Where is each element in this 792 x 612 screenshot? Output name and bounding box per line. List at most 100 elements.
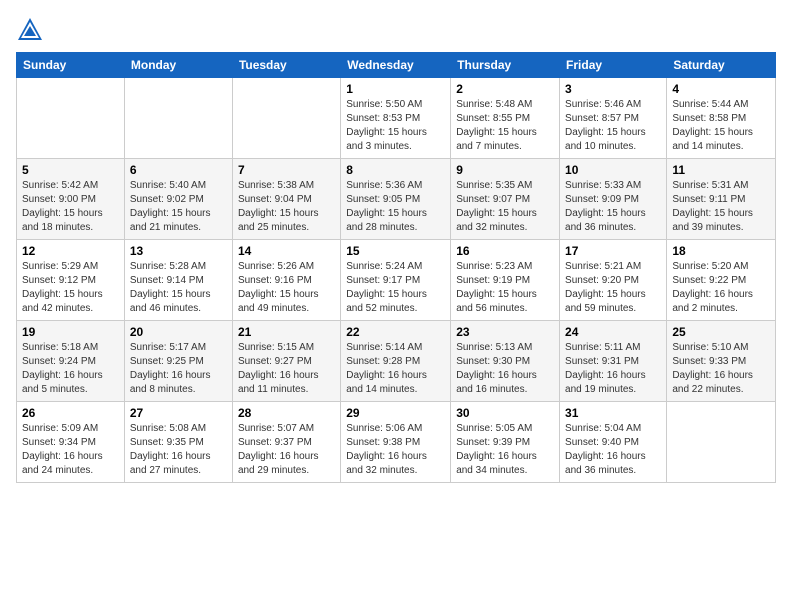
day-info: Sunrise: 5:09 AM Sunset: 9:34 PM Dayligh… [22,422,119,478]
day-info: Sunrise: 5:08 AM Sunset: 9:35 PM Dayligh… [130,422,227,478]
day-number: 12 [22,244,119,258]
day-info: Sunrise: 5:20 AM Sunset: 9:22 PM Dayligh… [672,260,770,316]
header-cell-monday: Monday [124,53,232,78]
day-cell: 1Sunrise: 5:50 AM Sunset: 8:53 PM Daylig… [341,78,451,159]
day-cell: 25 Sunrise: 5:10 AM Sunset: 9:33 PM Dayli… [667,321,776,402]
week-row-3: 19 Sunrise: 5:18 AM Sunset: 9:24 PM Dayli… [17,321,776,402]
day-info: Sunrise: 5:42 AM Sunset: 9:00 PM Dayligh… [22,179,119,235]
day-info: Sunrise: 5:40 AM Sunset: 9:02 PM Dayligh… [130,179,227,235]
week-row-4: 26 Sunrise: 5:09 AM Sunset: 9:34 PM Dayli… [17,402,776,483]
day-info: Sunrise: 5:36 AM Sunset: 9:05 PM Dayligh… [346,179,445,235]
day-info: Sunrise: 5:04 AM Sunset: 9:40 PM Dayligh… [565,422,661,478]
day-cell: 14Sunrise: 5:26 AM Sunset: 9:16 PM Dayli… [232,240,340,321]
day-info: Sunrise: 5:11 AM Sunset: 9:31 PM Dayligh… [565,341,661,397]
day-info: Sunrise: 5:48 AM Sunset: 8:55 PM Dayligh… [456,98,554,154]
header-cell-tuesday: Tuesday [232,53,340,78]
day-info: Sunrise: 5:24 AM Sunset: 9:17 PM Dayligh… [346,260,445,316]
day-info: Sunrise: 5:44 AM Sunset: 8:58 PM Dayligh… [672,98,770,154]
day-info: Sunrise: 5:14 AM Sunset: 9:28 PM Dayligh… [346,341,445,397]
header-cell-sunday: Sunday [17,53,125,78]
week-row-0: 1Sunrise: 5:50 AM Sunset: 8:53 PM Daylig… [17,78,776,159]
day-cell [232,78,340,159]
day-cell: 15Sunrise: 5:24 AM Sunset: 9:17 PM Dayli… [341,240,451,321]
day-cell: 20 Sunrise: 5:17 AM Sunset: 9:25 PM Dayli… [124,321,232,402]
day-info: Sunrise: 5:33 AM Sunset: 9:09 PM Dayligh… [565,179,661,235]
day-number: 1 [346,82,445,96]
day-number: 23 [456,325,554,339]
day-info: Sunrise: 5:10 AM Sunset: 9:33 PM Dayligh… [672,341,770,397]
day-cell: 6 Sunrise: 5:40 AM Sunset: 9:02 PM Daylig… [124,159,232,240]
day-number: 11 [672,163,770,177]
header-cell-saturday: Saturday [667,53,776,78]
day-info: Sunrise: 5:15 AM Sunset: 9:27 PM Dayligh… [238,341,335,397]
day-info: Sunrise: 5:13 AM Sunset: 9:30 PM Dayligh… [456,341,554,397]
day-number: 29 [346,406,445,420]
day-cell: 19 Sunrise: 5:18 AM Sunset: 9:24 PM Dayli… [17,321,125,402]
calendar-table: SundayMondayTuesdayWednesdayThursdayFrid… [16,52,776,483]
day-cell: 16Sunrise: 5:23 AM Sunset: 9:19 PM Dayli… [451,240,560,321]
day-number: 26 [22,406,119,420]
day-cell [17,78,125,159]
day-number: 18 [672,244,770,258]
header-row: SundayMondayTuesdayWednesdayThursdayFrid… [17,53,776,78]
day-cell [124,78,232,159]
day-cell: 30Sunrise: 5:05 AM Sunset: 9:39 PM Dayli… [451,402,560,483]
day-cell: 26 Sunrise: 5:09 AM Sunset: 9:34 PM Dayli… [17,402,125,483]
day-cell: 4 Sunrise: 5:44 AM Sunset: 8:58 PM Daylig… [667,78,776,159]
day-cell [667,402,776,483]
day-number: 24 [565,325,661,339]
day-cell: 18 Sunrise: 5:20 AM Sunset: 9:22 PM Dayli… [667,240,776,321]
day-cell: 22 Sunrise: 5:14 AM Sunset: 9:28 PM Dayli… [341,321,451,402]
day-cell: 27 Sunrise: 5:08 AM Sunset: 9:35 PM Dayli… [124,402,232,483]
day-number: 3 [565,82,661,96]
day-cell: 23 Sunrise: 5:13 AM Sunset: 9:30 PM Dayli… [451,321,560,402]
day-number: 17 [565,244,661,258]
calendar-header [16,16,776,44]
day-info: Sunrise: 5:38 AM Sunset: 9:04 PM Dayligh… [238,179,335,235]
day-number: 6 [130,163,227,177]
day-info: Sunrise: 5:29 AM Sunset: 9:12 PM Dayligh… [22,260,119,316]
day-cell: 11 Sunrise: 5:31 AM Sunset: 9:11 PM Dayli… [667,159,776,240]
day-cell: 7 Sunrise: 5:38 AM Sunset: 9:04 PM Daylig… [232,159,340,240]
day-number: 9 [456,163,554,177]
day-number: 28 [238,406,335,420]
day-number: 19 [22,325,119,339]
day-number: 21 [238,325,335,339]
day-info: Sunrise: 5:31 AM Sunset: 9:11 PM Dayligh… [672,179,770,235]
day-number: 22 [346,325,445,339]
header-cell-thursday: Thursday [451,53,560,78]
logo [16,16,48,44]
day-number: 27 [130,406,227,420]
day-number: 5 [22,163,119,177]
day-info: Sunrise: 5:35 AM Sunset: 9:07 PM Dayligh… [456,179,554,235]
day-number: 10 [565,163,661,177]
day-info: Sunrise: 5:07 AM Sunset: 9:37 PM Dayligh… [238,422,335,478]
day-cell: 13Sunrise: 5:28 AM Sunset: 9:14 PM Dayli… [124,240,232,321]
day-info: Sunrise: 5:06 AM Sunset: 9:38 PM Dayligh… [346,422,445,478]
day-number: 7 [238,163,335,177]
day-info: Sunrise: 5:46 AM Sunset: 8:57 PM Dayligh… [565,98,661,154]
day-cell: 8 Sunrise: 5:36 AM Sunset: 9:05 PM Daylig… [341,159,451,240]
day-number: 8 [346,163,445,177]
day-number: 16 [456,244,554,258]
day-cell: 5 Sunrise: 5:42 AM Sunset: 9:00 PM Daylig… [17,159,125,240]
day-cell: 2 Sunrise: 5:48 AM Sunset: 8:55 PM Daylig… [451,78,560,159]
day-number: 25 [672,325,770,339]
logo-icon [16,16,44,44]
header-cell-wednesday: Wednesday [341,53,451,78]
day-cell: 29 Sunrise: 5:06 AM Sunset: 9:38 PM Dayli… [341,402,451,483]
day-info: Sunrise: 5:18 AM Sunset: 9:24 PM Dayligh… [22,341,119,397]
day-cell: 24 Sunrise: 5:11 AM Sunset: 9:31 PM Dayli… [560,321,667,402]
day-number: 4 [672,82,770,96]
day-number: 31 [565,406,661,420]
day-cell: 21 Sunrise: 5:15 AM Sunset: 9:27 PM Dayli… [232,321,340,402]
day-cell: 28 Sunrise: 5:07 AM Sunset: 9:37 PM Dayli… [232,402,340,483]
day-info: Sunrise: 5:26 AM Sunset: 9:16 PM Dayligh… [238,260,335,316]
day-number: 13 [130,244,227,258]
day-info: Sunrise: 5:17 AM Sunset: 9:25 PM Dayligh… [130,341,227,397]
day-number: 2 [456,82,554,96]
week-row-2: 12 Sunrise: 5:29 AM Sunset: 9:12 PM Dayli… [17,240,776,321]
week-row-1: 5 Sunrise: 5:42 AM Sunset: 9:00 PM Daylig… [17,159,776,240]
day-number: 20 [130,325,227,339]
day-cell: 17Sunrise: 5:21 AM Sunset: 9:20 PM Dayli… [560,240,667,321]
